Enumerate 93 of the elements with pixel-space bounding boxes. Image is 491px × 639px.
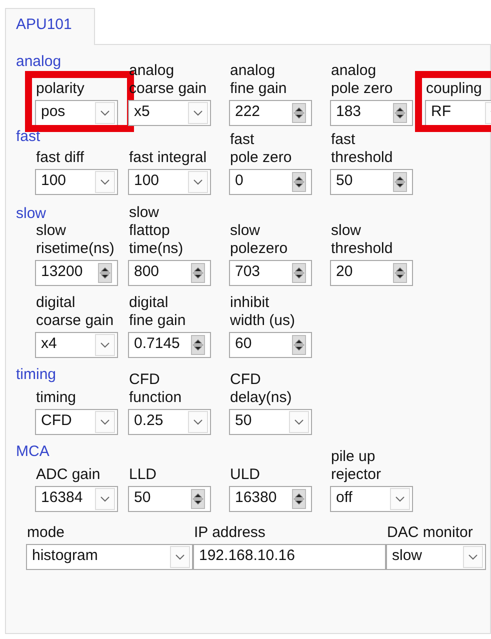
dropdown-button[interactable] bbox=[188, 410, 208, 432]
chevron-down-icon bbox=[395, 496, 405, 502]
field-label: DAC monitor bbox=[386, 524, 473, 542]
dropdown[interactable]: 100 bbox=[35, 168, 118, 194]
chevron-down-icon bbox=[100, 496, 110, 502]
input-field[interactable]: 192.168.10.16 bbox=[193, 544, 386, 570]
field-label: ADC gain bbox=[35, 466, 100, 484]
spin-buttons[interactable] bbox=[292, 102, 306, 122]
spin-buttons[interactable] bbox=[98, 262, 112, 282]
field-label: digital coarse gain bbox=[35, 294, 114, 330]
field-label: ULD bbox=[229, 466, 260, 484]
spin-field[interactable]: 20 bbox=[330, 260, 413, 286]
dropdown[interactable]: pos bbox=[35, 100, 118, 126]
section-title: timing bbox=[16, 366, 56, 382]
section-title: fast bbox=[16, 128, 40, 144]
dropdown[interactable]: 16384 bbox=[35, 486, 118, 512]
field-label: fast diff bbox=[35, 148, 84, 166]
dropdown[interactable]: off bbox=[330, 486, 413, 512]
dropdown[interactable]: histogram bbox=[26, 544, 193, 570]
chevron-down-icon bbox=[193, 178, 203, 184]
spin-buttons[interactable] bbox=[393, 102, 407, 122]
section-title: slow bbox=[16, 204, 46, 222]
dropdown[interactable]: 100 bbox=[128, 168, 211, 194]
dropdown-button[interactable] bbox=[188, 102, 208, 124]
field-label: fast integral bbox=[128, 148, 207, 166]
field-label: analog pole zero bbox=[330, 62, 393, 98]
field-label: CFD function bbox=[128, 370, 182, 406]
dropdown[interactable]: 0.25 bbox=[128, 408, 211, 434]
field-label: slow threshold bbox=[330, 222, 393, 258]
spin-buttons[interactable] bbox=[292, 334, 306, 354]
spin-buttons[interactable] bbox=[292, 172, 306, 192]
dropdown-button[interactable] bbox=[95, 488, 115, 510]
section-title: analog bbox=[16, 52, 62, 70]
field-label: polarity bbox=[35, 80, 84, 98]
spin-field[interactable]: 222 bbox=[229, 100, 312, 126]
field-label: inhibit width (us) bbox=[229, 294, 296, 330]
spin-buttons[interactable] bbox=[393, 262, 407, 282]
field-label: slow flattop time(ns) bbox=[128, 204, 184, 258]
chevron-down-icon bbox=[100, 342, 110, 348]
chevron-down-icon bbox=[294, 418, 304, 424]
chevron-down-icon bbox=[193, 110, 203, 116]
spin-field[interactable]: 50 bbox=[128, 486, 211, 512]
dropdown[interactable]: x4 bbox=[35, 332, 118, 358]
dropdown-button[interactable] bbox=[95, 170, 115, 192]
chevron-down-icon bbox=[193, 418, 203, 424]
chevron-down-icon bbox=[468, 554, 478, 560]
dropdown[interactable]: 50 bbox=[229, 408, 312, 434]
dropdown[interactable]: slow bbox=[386, 544, 486, 570]
field-label: fast pole zero bbox=[229, 130, 292, 166]
spin-field[interactable]: 13200 bbox=[35, 260, 118, 286]
dropdown[interactable]: x5 bbox=[128, 100, 211, 126]
spin-buttons[interactable] bbox=[292, 262, 306, 282]
field-label: IP address bbox=[193, 524, 266, 542]
spin-buttons[interactable] bbox=[191, 262, 205, 282]
field-label: slow risetime(ns) bbox=[35, 222, 114, 258]
spin-field[interactable]: 60 bbox=[229, 332, 312, 358]
dropdown[interactable]: CFD bbox=[35, 408, 118, 434]
spin-buttons[interactable] bbox=[393, 172, 407, 192]
spin-field[interactable]: 16380 bbox=[229, 486, 312, 512]
chevron-down-icon bbox=[100, 110, 110, 116]
field-label: mode bbox=[26, 524, 65, 542]
spin-buttons[interactable] bbox=[191, 488, 205, 508]
dropdown-button[interactable] bbox=[188, 170, 208, 192]
field-label: fast threshold bbox=[330, 130, 393, 166]
spin-field[interactable]: 50 bbox=[330, 168, 413, 194]
dropdown-button[interactable] bbox=[390, 488, 410, 510]
dropdown-button[interactable] bbox=[95, 102, 115, 124]
dropdown-button[interactable] bbox=[95, 410, 115, 432]
chevron-down-icon bbox=[100, 418, 110, 424]
field-label: pile up rejector bbox=[330, 448, 382, 484]
spin-field[interactable]: 0 bbox=[229, 168, 312, 194]
field-label: CFD delay(ns) bbox=[229, 370, 292, 406]
dropdown-button[interactable] bbox=[95, 334, 115, 356]
chevron-down-icon bbox=[175, 554, 185, 560]
dropdown-button[interactable] bbox=[289, 410, 309, 432]
section-title: MCA bbox=[16, 442, 50, 460]
dropdown[interactable]: RF bbox=[425, 100, 491, 126]
spin-field[interactable]: 183 bbox=[330, 100, 413, 126]
spin-buttons[interactable] bbox=[191, 334, 205, 354]
chevron-down-icon bbox=[100, 178, 110, 184]
dropdown-button[interactable] bbox=[170, 546, 190, 568]
field-label: coupling bbox=[425, 80, 482, 98]
tab[interactable]: APU101 bbox=[5, 8, 95, 44]
field-label: timing bbox=[35, 388, 76, 406]
field-label: analog fine gain bbox=[229, 62, 287, 98]
dropdown-button[interactable] bbox=[463, 546, 483, 568]
field-label: slow polezero bbox=[229, 222, 288, 258]
field-label: digital fine gain bbox=[128, 294, 186, 330]
spin-field[interactable]: 0.7145 bbox=[128, 332, 211, 358]
spin-field[interactable]: 703 bbox=[229, 260, 312, 286]
spin-buttons[interactable] bbox=[292, 488, 306, 508]
spin-field[interactable]: 800 bbox=[128, 260, 211, 286]
field-label: LLD bbox=[128, 466, 157, 484]
